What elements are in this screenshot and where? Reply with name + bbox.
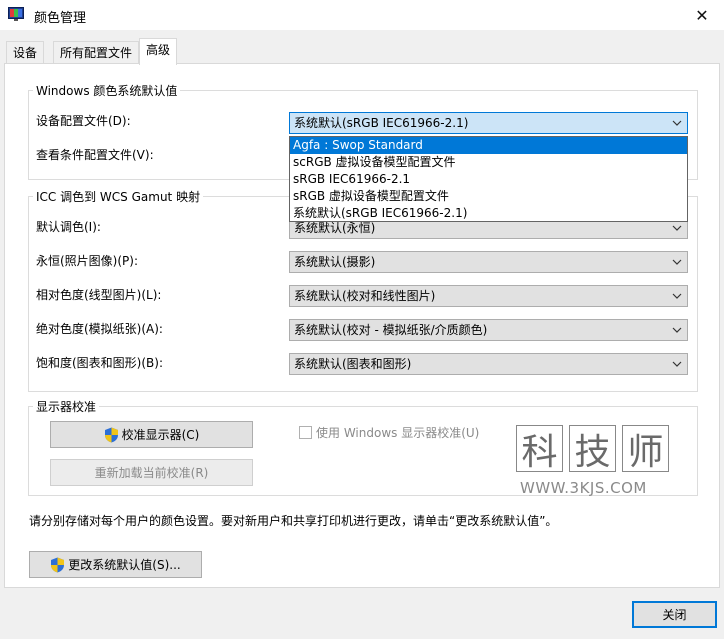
color-management-icon	[8, 7, 24, 21]
icc-row-label: 绝对色度(模拟纸张)(A):	[36, 322, 163, 336]
watermark-char: 师	[622, 425, 669, 473]
device-profile-label: 设备配置文件(D):	[36, 114, 131, 128]
dropdown-option[interactable]: Agfa : Swop Standard	[290, 137, 687, 154]
saturation-combo[interactable]: 系统默认(图表和图形)	[289, 353, 688, 375]
reload-calibration-button[interactable]: 重新加载当前校准(R)	[50, 459, 253, 486]
perceptual-combo[interactable]: 系统默认(摄影)	[289, 251, 688, 273]
device-profile-dropdown-list: Agfa : Swop Standard scRGB 虚拟设备模型配置文件 sR…	[289, 136, 688, 222]
calibrate-display-button[interactable]: 校准显示器(C)	[50, 421, 253, 448]
change-system-defaults-button[interactable]: 更改系统默认值(S)...	[29, 551, 202, 578]
relative-colorimetric-combo[interactable]: 系统默认(校对和线性图片)	[289, 285, 688, 307]
chevron-down-icon	[672, 361, 682, 367]
window-close-button[interactable]: ✕	[680, 0, 724, 30]
absolute-colorimetric-combo[interactable]: 系统默认(校对 - 模拟纸张/介质颜色)	[289, 319, 688, 341]
icc-row-label: 相对色度(线型图片)(L):	[36, 288, 162, 302]
window-title: 颜色管理	[34, 11, 87, 26]
use-windows-calibration-checkbox[interactable]	[299, 426, 312, 439]
icc-row-label: 饱和度(图表和图形)(B):	[36, 356, 164, 370]
close-icon: ✕	[695, 5, 709, 25]
uac-shield-icon	[104, 427, 118, 442]
windows-defaults-title: Windows 颜色系统默认值	[33, 82, 181, 99]
chevron-down-icon	[672, 293, 682, 299]
chevron-down-icon	[672, 327, 682, 333]
use-windows-calibration-label: 使用 Windows 显示器校准(U)	[316, 426, 480, 440]
dropdown-option[interactable]: sRGB 虚拟设备模型配置文件	[290, 188, 687, 205]
watermark-char: 科	[516, 425, 563, 473]
viewing-conditions-label: 查看条件配置文件(V):	[36, 148, 154, 162]
tab-devices[interactable]: 设备	[6, 41, 45, 64]
watermark-char: 技	[569, 425, 616, 473]
dropdown-option[interactable]: scRGB 虚拟设备模型配置文件	[290, 154, 687, 171]
close-button[interactable]: 关闭	[632, 601, 717, 628]
icc-mapping-title: ICC 调色到 WCS Gamut 映射	[33, 188, 204, 205]
info-text: 请分别存储对每个用户的颜色设置。要对新用户和共享打印机进行更改，请单击“更改系统…	[29, 514, 558, 528]
watermark-url: WWW.3KJS.COM	[520, 479, 647, 497]
dropdown-option[interactable]: sRGB IEC61966-2.1	[290, 171, 687, 188]
tab-all-profiles[interactable]: 所有配置文件	[53, 41, 140, 64]
title-bar: 颜色管理 ✕	[0, 0, 724, 30]
uac-shield-icon	[51, 557, 65, 572]
device-profile-combo[interactable]: 系统默认(sRGB IEC61966-2.1)	[289, 112, 688, 134]
tab-advanced[interactable]: 高级	[139, 38, 178, 65]
chevron-down-icon	[672, 259, 682, 265]
dropdown-option[interactable]: 系统默认(sRGB IEC61966-2.1)	[290, 205, 687, 222]
display-calibration-title: 显示器校准	[33, 398, 100, 415]
chevron-down-icon	[672, 120, 682, 126]
icc-row-label: 永恒(照片图像)(P):	[36, 254, 139, 268]
icc-row-label: 默认调色(I):	[36, 220, 101, 234]
